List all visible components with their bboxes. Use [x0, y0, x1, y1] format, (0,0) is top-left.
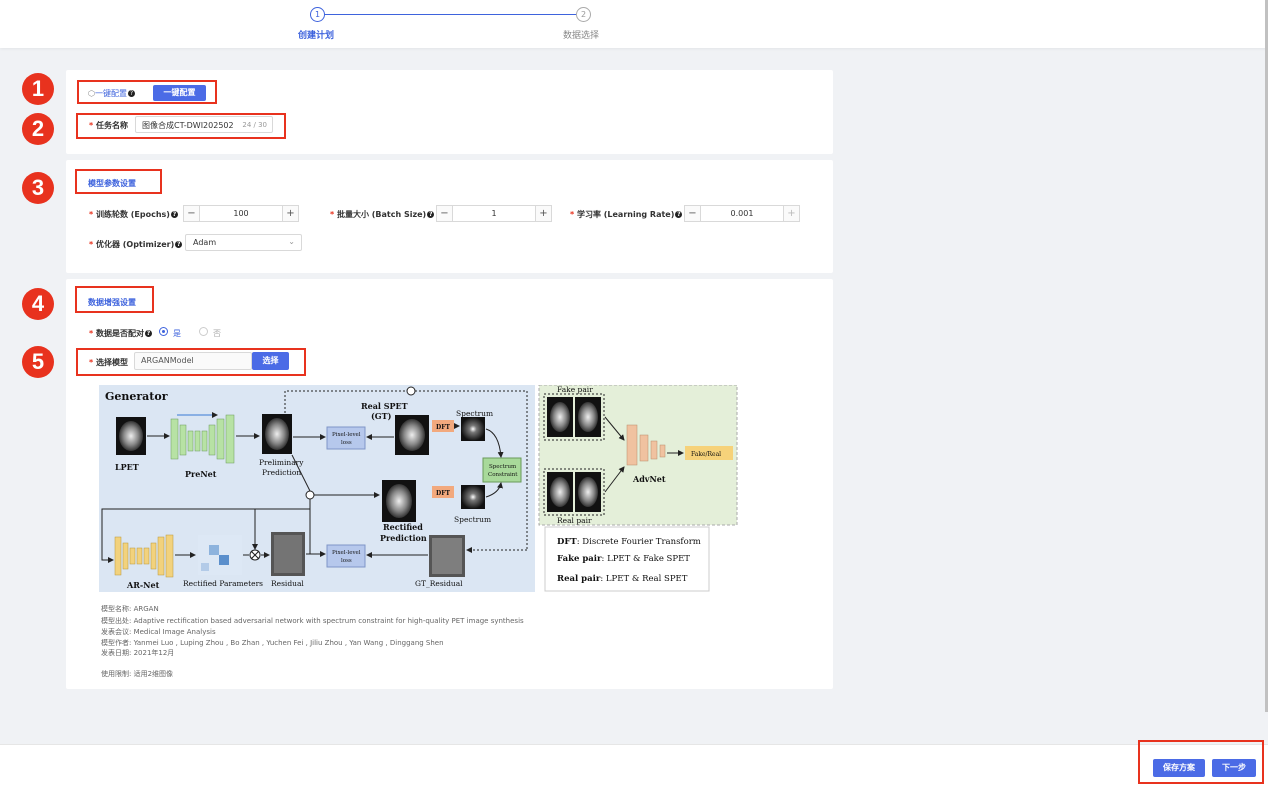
learning-rate-input[interactable]: 0.001: [701, 205, 783, 222]
legend-real-pair: Real pair: LPET & Real SPET: [557, 574, 688, 584]
task-name-input[interactable]: 图像合成CT-DWI202502 24 / 30: [135, 116, 273, 133]
spectrum-constraint-box: [482, 457, 522, 483]
step-1-label[interactable]: 创建计划: [298, 28, 334, 41]
char-counter: 24 / 30: [242, 121, 267, 129]
batch-size-decrement[interactable]: −: [436, 205, 453, 222]
pixel-loss-sub-1: loss: [341, 440, 352, 446]
help-icon[interactable]: ?: [144, 330, 152, 337]
model-select-label: * 选择模型: [89, 358, 128, 367]
dft-label-1: DFT: [436, 424, 450, 431]
model-info-name: 模型名称: ARGAN: [101, 605, 159, 613]
learning-rate-label: * 学习率 (Learning Rate)?: [570, 210, 683, 219]
spectrum-constraint-label-1: Spectrum: [489, 464, 517, 470]
model-select-input[interactable]: ARGANModel: [134, 352, 252, 370]
optimizer-select[interactable]: Adam ⌄: [185, 234, 302, 251]
epochs-increment[interactable]: +: [282, 205, 299, 222]
step-2-circle[interactable]: 2: [576, 7, 591, 22]
model-info-conference: 发表会议: Medical Image Analysis: [101, 628, 216, 636]
optimizer-value: Adam: [193, 238, 217, 247]
residual-label: Residual: [271, 579, 304, 588]
task-name-value: 图像合成CT-DWI202502: [142, 121, 234, 130]
annotation-badge-3: 3: [22, 172, 54, 204]
help-icon[interactable]: ?: [427, 211, 435, 218]
quick-config-label: ⬡一键配置?: [88, 89, 135, 98]
annotation-badge-4: 4: [22, 288, 54, 320]
prenet-label: PreNet: [185, 469, 217, 479]
dft-label-2: DFT: [436, 490, 450, 497]
pixel-loss-sub-2: loss: [341, 558, 352, 564]
footer-bar: [0, 744, 1268, 787]
model-select-value: ARGANModel: [141, 356, 194, 365]
annotation-badge-1: 1: [22, 73, 54, 105]
learning-rate-increment[interactable]: +: [783, 205, 800, 222]
real-spet-gt-label: (GT): [371, 411, 392, 421]
step-connector: [324, 14, 576, 15]
batch-size-input[interactable]: 1: [453, 205, 535, 222]
help-icon[interactable]: ?: [170, 211, 178, 218]
real-pair-label: Real pair: [557, 516, 592, 525]
model-architecture-diagram: Generator LPET PreNet Preliminary Predic…: [99, 385, 738, 592]
step-1-circle[interactable]: 1: [310, 7, 325, 22]
data-enhance-title: 数据增强设置: [88, 298, 136, 307]
lpet-label: LPET: [115, 462, 139, 472]
help-icon[interactable]: ?: [175, 241, 183, 248]
spectrum-label-1: Spectrum: [456, 409, 493, 418]
pixel-loss-label-1: Pixel-level: [332, 432, 361, 438]
help-icon[interactable]: ?: [127, 90, 135, 97]
model-info-date: 发表日期: 2021年12月: [101, 649, 175, 657]
legend-dft: DFT: Discrete Fourier Transform: [557, 537, 701, 547]
spectrum-constraint-label-2: Constraint: [488, 472, 518, 478]
quick-config-button[interactable]: 一键配置: [153, 85, 206, 101]
epochs-decrement[interactable]: −: [183, 205, 200, 222]
rectified-label: Rectified: [383, 522, 423, 532]
advnet-label: AdvNet: [632, 474, 666, 484]
batch-size-label: * 批量大小 (Batch Size)?: [330, 210, 435, 219]
real-spet-label: Real SPET: [361, 401, 408, 411]
epochs-label: * 训练轮数 (Epochs)?: [89, 210, 178, 219]
chevron-down-icon: ⌄: [288, 237, 295, 246]
epochs-input[interactable]: 100: [200, 205, 282, 222]
help-icon[interactable]: ?: [675, 211, 683, 218]
model-select-button[interactable]: 选择: [252, 352, 289, 370]
model-info-limit: 使用限制: 适用2维图像: [101, 670, 174, 678]
spectrum-image-1: [461, 417, 485, 441]
save-plan-button[interactable]: 保存方案: [1153, 759, 1205, 777]
model-info-source: 模型出处: Adaptive rectification based adver…: [101, 617, 524, 625]
learning-rate-decrement[interactable]: −: [684, 205, 701, 222]
gt-residual-label: GT_Residual: [415, 579, 463, 588]
paired-no-radio[interactable]: [199, 327, 208, 336]
ar-net-label: AR-Net: [126, 580, 160, 590]
next-step-button[interactable]: 下一步: [1212, 759, 1256, 777]
fake-real-label: Fake/Real: [691, 451, 721, 458]
model-params-title: 模型参数设置: [88, 179, 136, 188]
batch-size-increment[interactable]: +: [535, 205, 552, 222]
basic-config-card: [66, 70, 833, 154]
spectrum-label-2: Spectrum: [454, 515, 491, 524]
paired-label: * 数据是否配对?: [89, 329, 152, 338]
legend-fake-pair: Fake pair: LPET & Fake SPET: [557, 554, 690, 564]
spectrum-image-2: [461, 485, 485, 509]
steps-bar: 1 创建计划 2 数据选择: [0, 0, 1268, 48]
preliminary-prediction-label: Prediction: [262, 468, 301, 477]
cube-icon: ⬡: [88, 89, 95, 98]
step-2-label[interactable]: 数据选择: [563, 28, 599, 41]
paired-yes-radio[interactable]: [159, 327, 168, 336]
rectified-parameters-grid: [198, 535, 242, 575]
task-name-label: * 任务名称: [89, 121, 128, 130]
annotation-badge-2: 2: [22, 113, 54, 145]
generator-title: Generator: [105, 390, 168, 403]
annotation-badge-5: 5: [22, 346, 54, 378]
paired-yes-label[interactable]: 是: [173, 328, 181, 339]
rectified-prediction-label: Prediction: [380, 533, 427, 543]
model-info-authors: 模型作者: Yanmei Luo , Luping Zhou , Bo Zhan…: [101, 639, 444, 647]
pixel-loss-label-2: Pixel-level: [332, 550, 361, 556]
paired-no-label[interactable]: 否: [213, 328, 221, 339]
fake-pair-label: Fake pair: [557, 385, 593, 394]
optimizer-label: * 优化器 (Optimizer)?: [89, 240, 183, 249]
rectified-parameters-label: Rectified Parameters: [183, 579, 263, 588]
